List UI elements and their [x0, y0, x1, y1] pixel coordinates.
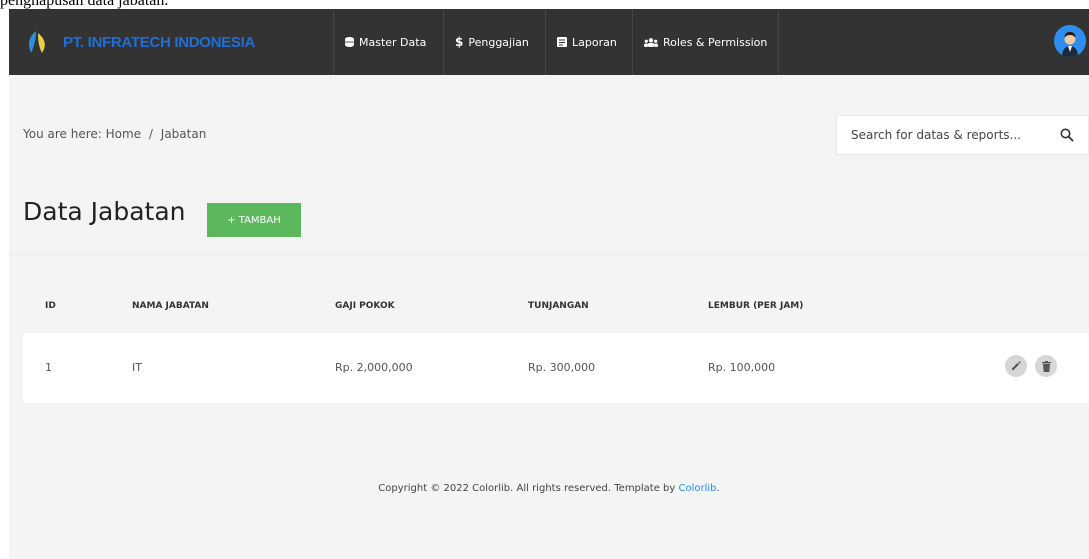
nav-label: Master Data [359, 35, 427, 49]
breadcrumb-current: Jabatan [160, 127, 207, 141]
breadcrumb: You are here: Home / Jabatan [23, 127, 206, 141]
add-button[interactable]: + TAMBAH [207, 203, 301, 237]
cell-lembur: Rp. 100,000 [708, 361, 776, 374]
footer-link[interactable]: Colorlib [679, 483, 717, 494]
nav-master-data[interactable]: Master Data [333, 9, 437, 75]
table-header: ID NAMA JABATAN GAJI POKOK TUNJANGAN LEM… [23, 301, 1089, 317]
trash-icon [1041, 360, 1051, 372]
table-row: 1 IT Rp. 2,000,000 Rp. 300,000 Rp. 100,0… [23, 333, 1089, 403]
footer-text: Copyright © 2022 Colorlib. All rights re… [378, 483, 676, 494]
page-title: Data Jabatan [23, 197, 186, 226]
search-box [836, 115, 1089, 155]
cell-nama-jabatan: IT [132, 361, 142, 374]
brand-name: PT. INFRATECH INDONESIA [63, 33, 255, 51]
column-header-nama-jabatan: NAMA JABATAN [132, 301, 209, 311]
nav-label: Penggajian [468, 35, 529, 49]
column-header-id: ID [45, 301, 56, 311]
users-icon [644, 37, 658, 47]
top-navbar: PT. INFRATECH INDONESIA Master Data $ Pe… [9, 9, 1089, 75]
breadcrumb-prefix: You are here: [23, 127, 102, 141]
user-avatar[interactable] [1054, 25, 1086, 57]
nav-label: Laporan [572, 35, 617, 49]
brand[interactable]: PT. INFRATECH INDONESIA [25, 29, 255, 55]
nav-penggajian[interactable]: $ Penggajian [443, 9, 540, 75]
edit-button[interactable] [1005, 355, 1027, 377]
column-header-gaji-pokok: GAJI POKOK [335, 301, 395, 311]
footer-suffix: . [716, 483, 720, 494]
breadcrumb-home[interactable]: Home [106, 127, 141, 141]
breadcrumb-separator: / [148, 127, 153, 141]
search-input[interactable] [837, 128, 1052, 142]
nav-laporan[interactable]: Laporan [545, 9, 628, 75]
delete-button[interactable] [1035, 355, 1057, 377]
column-header-tunjangan: TUNJANGAN [528, 301, 589, 311]
pencil-icon [1012, 361, 1021, 370]
dollar-icon: $ [455, 35, 464, 49]
nav-label: Roles & Permission [663, 35, 768, 49]
footer: Copyright © 2022 Colorlib. All rights re… [9, 483, 1089, 494]
report-icon [557, 37, 567, 47]
nav-roles-permission[interactable]: Roles & Permission [632, 9, 780, 75]
app-window: PT. INFRATECH INDONESIA Master Data $ Pe… [9, 9, 1089, 559]
search-icon[interactable] [1060, 128, 1074, 142]
cell-gaji-pokok: Rp. 2,000,000 [335, 361, 413, 374]
brand-logo-icon [28, 31, 45, 53]
column-header-lembur: LEMBUR (PER JAM) [708, 301, 804, 311]
database-icon [345, 37, 354, 47]
cell-id: 1 [45, 361, 52, 374]
cell-tunjangan: Rp. 300,000 [528, 361, 596, 374]
avatar-icon [1054, 25, 1086, 57]
divider [9, 254, 1089, 255]
